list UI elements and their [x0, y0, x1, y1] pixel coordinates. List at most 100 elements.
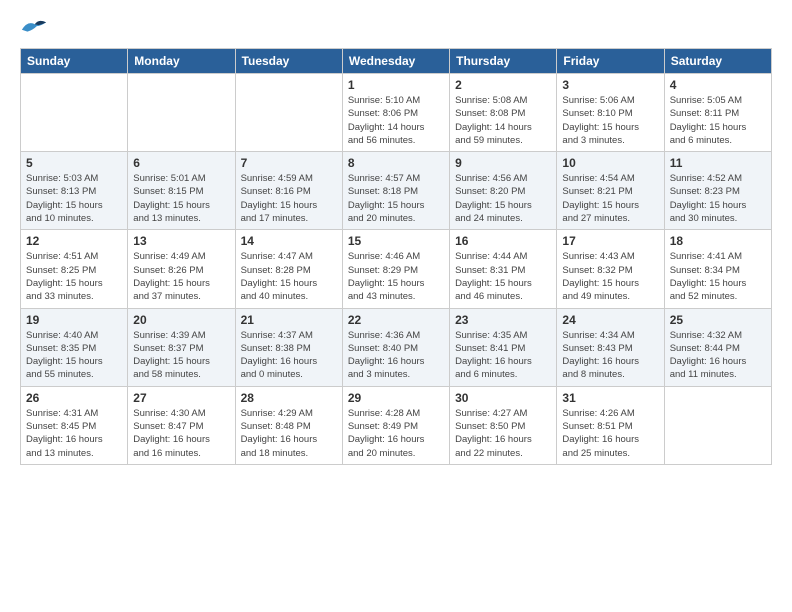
- day-info: Sunrise: 4:37 AM Sunset: 8:38 PM Dayligh…: [241, 329, 337, 382]
- calendar-cell: 22 Sunrise: 4:36 AM Sunset: 8:40 PM Dayli…: [342, 308, 449, 386]
- day-info: Sunrise: 5:01 AM Sunset: 8:15 PM Dayligh…: [133, 172, 229, 225]
- day-number: 11: [670, 156, 766, 170]
- calendar-table: SundayMondayTuesdayWednesdayThursdayFrid…: [20, 48, 772, 465]
- day-number: 6: [133, 156, 229, 170]
- day-number: 26: [26, 391, 122, 405]
- calendar-cell: 26 Sunrise: 4:31 AM Sunset: 8:45 PM Dayli…: [21, 386, 128, 464]
- day-number: 1: [348, 78, 444, 92]
- weekday-header-friday: Friday: [557, 49, 664, 74]
- day-number: 9: [455, 156, 551, 170]
- logo: [20, 16, 52, 38]
- day-number: 2: [455, 78, 551, 92]
- day-info: Sunrise: 4:29 AM Sunset: 8:48 PM Dayligh…: [241, 407, 337, 460]
- day-number: 14: [241, 234, 337, 248]
- weekday-header-row: SundayMondayTuesdayWednesdayThursdayFrid…: [21, 49, 772, 74]
- calendar-cell: 31 Sunrise: 4:26 AM Sunset: 8:51 PM Dayli…: [557, 386, 664, 464]
- calendar-cell: 3Sunrise: 5:06 AM Sunset: 8:10 PM Daylig…: [557, 74, 664, 152]
- calendar-cell: 1 Sunrise: 5:10 AM Sunset: 8:06 PM Daylig…: [342, 74, 449, 152]
- calendar-cell: 15 Sunrise: 4:46 AM Sunset: 8:29 PM Dayli…: [342, 230, 449, 308]
- weekday-header-thursday: Thursday: [450, 49, 557, 74]
- calendar-cell: 17 Sunrise: 4:43 AM Sunset: 8:32 PM Dayli…: [557, 230, 664, 308]
- day-info: Sunrise: 4:52 AM Sunset: 8:23 PM Dayligh…: [670, 172, 766, 225]
- day-info: Sunrise: 4:28 AM Sunset: 8:49 PM Dayligh…: [348, 407, 444, 460]
- day-number: 21: [241, 313, 337, 327]
- calendar-cell: 16 Sunrise: 4:44 AM Sunset: 8:31 PM Dayli…: [450, 230, 557, 308]
- calendar-cell: 19Sunrise: 4:40 AM Sunset: 8:35 PM Dayli…: [21, 308, 128, 386]
- day-number: 22: [348, 313, 444, 327]
- calendar-cell: [235, 74, 342, 152]
- day-number: 24: [562, 313, 658, 327]
- day-info: Sunrise: 4:31 AM Sunset: 8:45 PM Dayligh…: [26, 407, 122, 460]
- calendar-cell: 2Sunrise: 5:08 AM Sunset: 8:08 PM Daylig…: [450, 74, 557, 152]
- calendar-cell: [128, 74, 235, 152]
- day-info: Sunrise: 5:03 AM Sunset: 8:13 PM Dayligh…: [26, 172, 122, 225]
- calendar-cell: 14 Sunrise: 4:47 AM Sunset: 8:28 PM Dayli…: [235, 230, 342, 308]
- calendar-week-5: 26 Sunrise: 4:31 AM Sunset: 8:45 PM Dayli…: [21, 386, 772, 464]
- weekday-header-sunday: Sunday: [21, 49, 128, 74]
- day-info: Sunrise: 4:43 AM Sunset: 8:32 PM Dayligh…: [562, 250, 658, 303]
- weekday-header-tuesday: Tuesday: [235, 49, 342, 74]
- calendar-cell: 7 Sunrise: 4:59 AM Sunset: 8:16 PM Daylig…: [235, 152, 342, 230]
- weekday-header-wednesday: Wednesday: [342, 49, 449, 74]
- calendar-cell: 18Sunrise: 4:41 AM Sunset: 8:34 PM Dayli…: [664, 230, 771, 308]
- logo-bird-icon: [20, 16, 48, 38]
- day-info: Sunrise: 4:46 AM Sunset: 8:29 PM Dayligh…: [348, 250, 444, 303]
- calendar-cell: 4 Sunrise: 5:05 AM Sunset: 8:11 PM Daylig…: [664, 74, 771, 152]
- day-number: 10: [562, 156, 658, 170]
- day-number: 19: [26, 313, 122, 327]
- day-info: Sunrise: 5:05 AM Sunset: 8:11 PM Dayligh…: [670, 94, 766, 147]
- calendar-cell: 21 Sunrise: 4:37 AM Sunset: 8:38 PM Dayli…: [235, 308, 342, 386]
- day-info: Sunrise: 4:44 AM Sunset: 8:31 PM Dayligh…: [455, 250, 551, 303]
- calendar-cell: 28 Sunrise: 4:29 AM Sunset: 8:48 PM Dayli…: [235, 386, 342, 464]
- calendar-week-2: 5Sunrise: 5:03 AM Sunset: 8:13 PM Daylig…: [21, 152, 772, 230]
- header: [20, 16, 772, 38]
- calendar-cell: [21, 74, 128, 152]
- calendar-cell: 24 Sunrise: 4:34 AM Sunset: 8:43 PM Dayli…: [557, 308, 664, 386]
- day-info: Sunrise: 4:36 AM Sunset: 8:40 PM Dayligh…: [348, 329, 444, 382]
- day-number: 17: [562, 234, 658, 248]
- calendar-week-4: 19Sunrise: 4:40 AM Sunset: 8:35 PM Dayli…: [21, 308, 772, 386]
- calendar-cell: 9 Sunrise: 4:56 AM Sunset: 8:20 PM Daylig…: [450, 152, 557, 230]
- day-number: 7: [241, 156, 337, 170]
- day-info: Sunrise: 4:51 AM Sunset: 8:25 PM Dayligh…: [26, 250, 122, 303]
- day-info: Sunrise: 4:57 AM Sunset: 8:18 PM Dayligh…: [348, 172, 444, 225]
- day-info: Sunrise: 4:32 AM Sunset: 8:44 PM Dayligh…: [670, 329, 766, 382]
- calendar-cell: 29 Sunrise: 4:28 AM Sunset: 8:49 PM Dayli…: [342, 386, 449, 464]
- day-info: Sunrise: 4:54 AM Sunset: 8:21 PM Dayligh…: [562, 172, 658, 225]
- day-info: Sunrise: 4:56 AM Sunset: 8:20 PM Dayligh…: [455, 172, 551, 225]
- day-number: 4: [670, 78, 766, 92]
- weekday-header-saturday: Saturday: [664, 49, 771, 74]
- day-number: 30: [455, 391, 551, 405]
- calendar-cell: 20Sunrise: 4:39 AM Sunset: 8:37 PM Dayli…: [128, 308, 235, 386]
- day-number: 28: [241, 391, 337, 405]
- day-info: Sunrise: 5:10 AM Sunset: 8:06 PM Dayligh…: [348, 94, 444, 147]
- day-info: Sunrise: 4:47 AM Sunset: 8:28 PM Dayligh…: [241, 250, 337, 303]
- day-info: Sunrise: 4:30 AM Sunset: 8:47 PM Dayligh…: [133, 407, 229, 460]
- calendar-cell: 25 Sunrise: 4:32 AM Sunset: 8:44 PM Dayli…: [664, 308, 771, 386]
- day-info: Sunrise: 4:39 AM Sunset: 8:37 PM Dayligh…: [133, 329, 229, 382]
- calendar-week-3: 12 Sunrise: 4:51 AM Sunset: 8:25 PM Dayli…: [21, 230, 772, 308]
- day-number: 29: [348, 391, 444, 405]
- calendar-cell: 13Sunrise: 4:49 AM Sunset: 8:26 PM Dayli…: [128, 230, 235, 308]
- day-number: 31: [562, 391, 658, 405]
- calendar-cell: 8Sunrise: 4:57 AM Sunset: 8:18 PM Daylig…: [342, 152, 449, 230]
- day-info: Sunrise: 4:41 AM Sunset: 8:34 PM Dayligh…: [670, 250, 766, 303]
- calendar-cell: 5Sunrise: 5:03 AM Sunset: 8:13 PM Daylig…: [21, 152, 128, 230]
- day-number: 16: [455, 234, 551, 248]
- day-number: 23: [455, 313, 551, 327]
- calendar-cell: 10 Sunrise: 4:54 AM Sunset: 8:21 PM Dayli…: [557, 152, 664, 230]
- day-number: 27: [133, 391, 229, 405]
- day-info: Sunrise: 4:34 AM Sunset: 8:43 PM Dayligh…: [562, 329, 658, 382]
- page: SundayMondayTuesdayWednesdayThursdayFrid…: [0, 0, 792, 481]
- calendar-cell: 23Sunrise: 4:35 AM Sunset: 8:41 PM Dayli…: [450, 308, 557, 386]
- calendar-cell: 6 Sunrise: 5:01 AM Sunset: 8:15 PM Daylig…: [128, 152, 235, 230]
- day-number: 12: [26, 234, 122, 248]
- day-info: Sunrise: 4:26 AM Sunset: 8:51 PM Dayligh…: [562, 407, 658, 460]
- day-info: Sunrise: 4:59 AM Sunset: 8:16 PM Dayligh…: [241, 172, 337, 225]
- day-info: Sunrise: 4:27 AM Sunset: 8:50 PM Dayligh…: [455, 407, 551, 460]
- day-number: 15: [348, 234, 444, 248]
- day-number: 25: [670, 313, 766, 327]
- calendar-cell: [664, 386, 771, 464]
- weekday-header-monday: Monday: [128, 49, 235, 74]
- day-info: Sunrise: 5:06 AM Sunset: 8:10 PM Dayligh…: [562, 94, 658, 147]
